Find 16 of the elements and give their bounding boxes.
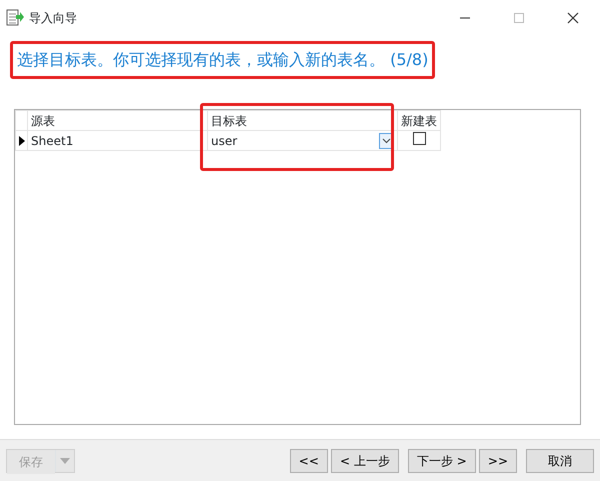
table-cell: Sheet1 <box>28 130 208 150</box>
wizard-button[interactable]: 取消 <box>526 448 594 472</box>
column-header: 新建表 <box>398 110 440 130</box>
wizard-button[interactable]: >> <box>478 448 517 472</box>
target-value[interactable]: user <box>211 132 238 150</box>
instruction-text: 选择目标表。你可选择现有的表，或输入新的表名。 (5/8) <box>10 41 436 79</box>
window-title: 导入向导 <box>29 10 77 27</box>
column-header: 目标表 <box>208 110 398 130</box>
checkbox[interactable] <box>412 132 426 144</box>
caret-icon <box>60 458 70 464</box>
app-icon <box>6 9 24 27</box>
column-header: 源表 <box>28 110 208 130</box>
wizard-button[interactable]: 下一步 > <box>408 448 476 472</box>
chevron-icon <box>382 138 391 144</box>
wizard-button[interactable]: << <box>290 448 328 472</box>
wizard-button[interactable]: < 上一步 <box>330 448 399 472</box>
